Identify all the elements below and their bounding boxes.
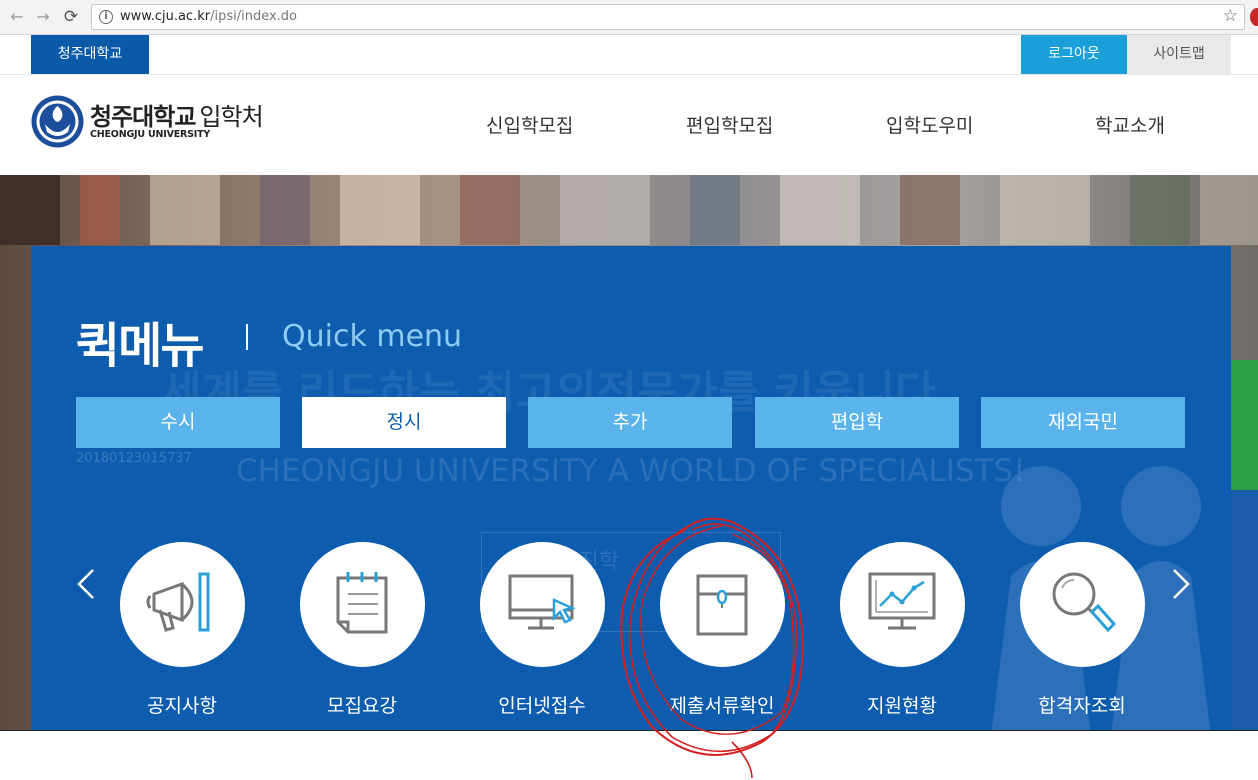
bookmark-star-icon[interactable]: ☆ bbox=[1223, 6, 1238, 26]
document-envelope-icon bbox=[696, 574, 748, 636]
tab-additional-admission[interactable]: 추가 bbox=[528, 397, 732, 448]
logo[interactable]: 청주대학교 입학처 CHEONGJU UNIVERSITY bbox=[90, 97, 264, 140]
back-icon[interactable]: ← bbox=[6, 6, 28, 28]
site-header: 청주대학교 입학처 CHEONGJU UNIVERSITY 신입학모집 편입학모집… bbox=[0, 75, 1258, 175]
next-arrow-icon[interactable] bbox=[1166, 564, 1196, 604]
monitor-cursor-icon bbox=[508, 574, 576, 630]
side-banner-green[interactable] bbox=[1231, 360, 1258, 490]
logo-university-name: 청주대학교 bbox=[90, 103, 196, 131]
logo-english-name: CHEONGJU UNIVERSITY bbox=[90, 129, 211, 140]
browser-toolbar: ← → ⟳ i www.cju.ac.kr/ipsi/index.do ☆ bbox=[0, 0, 1258, 35]
tab-regular-admission[interactable]: 정시 bbox=[302, 397, 506, 448]
info-icon[interactable]: i bbox=[99, 10, 113, 24]
quick-item-application-status[interactable] bbox=[840, 542, 965, 667]
side-banner-blue bbox=[1231, 490, 1258, 730]
quick-item-guidelines-label[interactable]: 모집요강 bbox=[272, 691, 452, 718]
tab-early-admission[interactable]: 수시 bbox=[76, 397, 280, 448]
quick-item-acceptance-check-label[interactable]: 합격자조회 bbox=[992, 691, 1172, 718]
quick-item-online-application[interactable] bbox=[480, 542, 605, 667]
url-host: www.cju.ac.kr bbox=[120, 9, 211, 24]
sitemap-button[interactable]: 사이트맵 bbox=[1127, 35, 1231, 74]
reload-icon[interactable]: ⟳ bbox=[60, 6, 82, 28]
chart-monitor-icon bbox=[868, 572, 936, 630]
logout-button[interactable]: 로그아웃 bbox=[1021, 35, 1127, 74]
extension-icon[interactable] bbox=[1250, 8, 1258, 26]
quick-item-application-status-label[interactable]: 지원현황 bbox=[812, 691, 992, 718]
prev-arrow-icon[interactable] bbox=[71, 564, 101, 604]
nav-admission-help[interactable]: 입학도우미 bbox=[886, 111, 973, 138]
address-bar[interactable]: i www.cju.ac.kr/ipsi/index.do ☆ bbox=[91, 4, 1245, 30]
logo-department: 입학처 bbox=[199, 103, 263, 131]
quick-item-document-check[interactable] bbox=[660, 542, 785, 667]
quick-item-notice-label[interactable]: 공지사항 bbox=[92, 691, 272, 718]
university-home-link[interactable]: 청주대학교 bbox=[31, 35, 149, 74]
quick-menu-panel: 세계를 리드하는 최고의전문가를 키웁니다 CHEONGJU UNIVERSIT… bbox=[31, 246, 1231, 730]
utility-bar: 청주대학교 로그아웃 사이트맵 bbox=[0, 35, 1258, 75]
megaphone-icon bbox=[146, 572, 210, 632]
tab-transfer[interactable]: 편입학 bbox=[755, 397, 959, 448]
title-divider bbox=[246, 324, 248, 350]
quick-item-acceptance-check[interactable] bbox=[1020, 542, 1145, 667]
nav-school-intro[interactable]: 학교소개 bbox=[1095, 111, 1165, 138]
nav-transfer-admission[interactable]: 편입학모집 bbox=[686, 111, 773, 138]
quick-item-document-check-label[interactable]: 제출서류확인 bbox=[632, 691, 812, 718]
tab-overseas-korean[interactable]: 재외국민 bbox=[981, 397, 1185, 448]
forward-icon[interactable]: → bbox=[32, 6, 54, 28]
quick-menu-title: 퀵메뉴 bbox=[76, 318, 204, 374]
url-text[interactable]: www.cju.ac.kr/ipsi/index.do bbox=[120, 9, 297, 24]
nav-new-admission[interactable]: 신입학모집 bbox=[486, 111, 573, 138]
notepad-icon bbox=[336, 572, 388, 634]
quick-menu-subtitle: Quick menu bbox=[282, 319, 463, 354]
watermark-slogan-en: CHEONGJU UNIVERSITY A WORLD OF SPECIALIS… bbox=[236, 453, 1026, 489]
university-emblem-icon[interactable] bbox=[30, 94, 85, 149]
quick-item-notice[interactable] bbox=[120, 542, 245, 667]
magnifier-icon bbox=[1052, 572, 1117, 633]
quick-item-guidelines[interactable] bbox=[300, 542, 425, 667]
quick-item-online-application-label[interactable]: 인터넷접수 bbox=[452, 691, 632, 718]
url-path: /ipsi/index.do bbox=[210, 9, 298, 24]
watermark-number: 20180123015737 bbox=[76, 451, 192, 466]
page-below-hero bbox=[0, 730, 1258, 779]
